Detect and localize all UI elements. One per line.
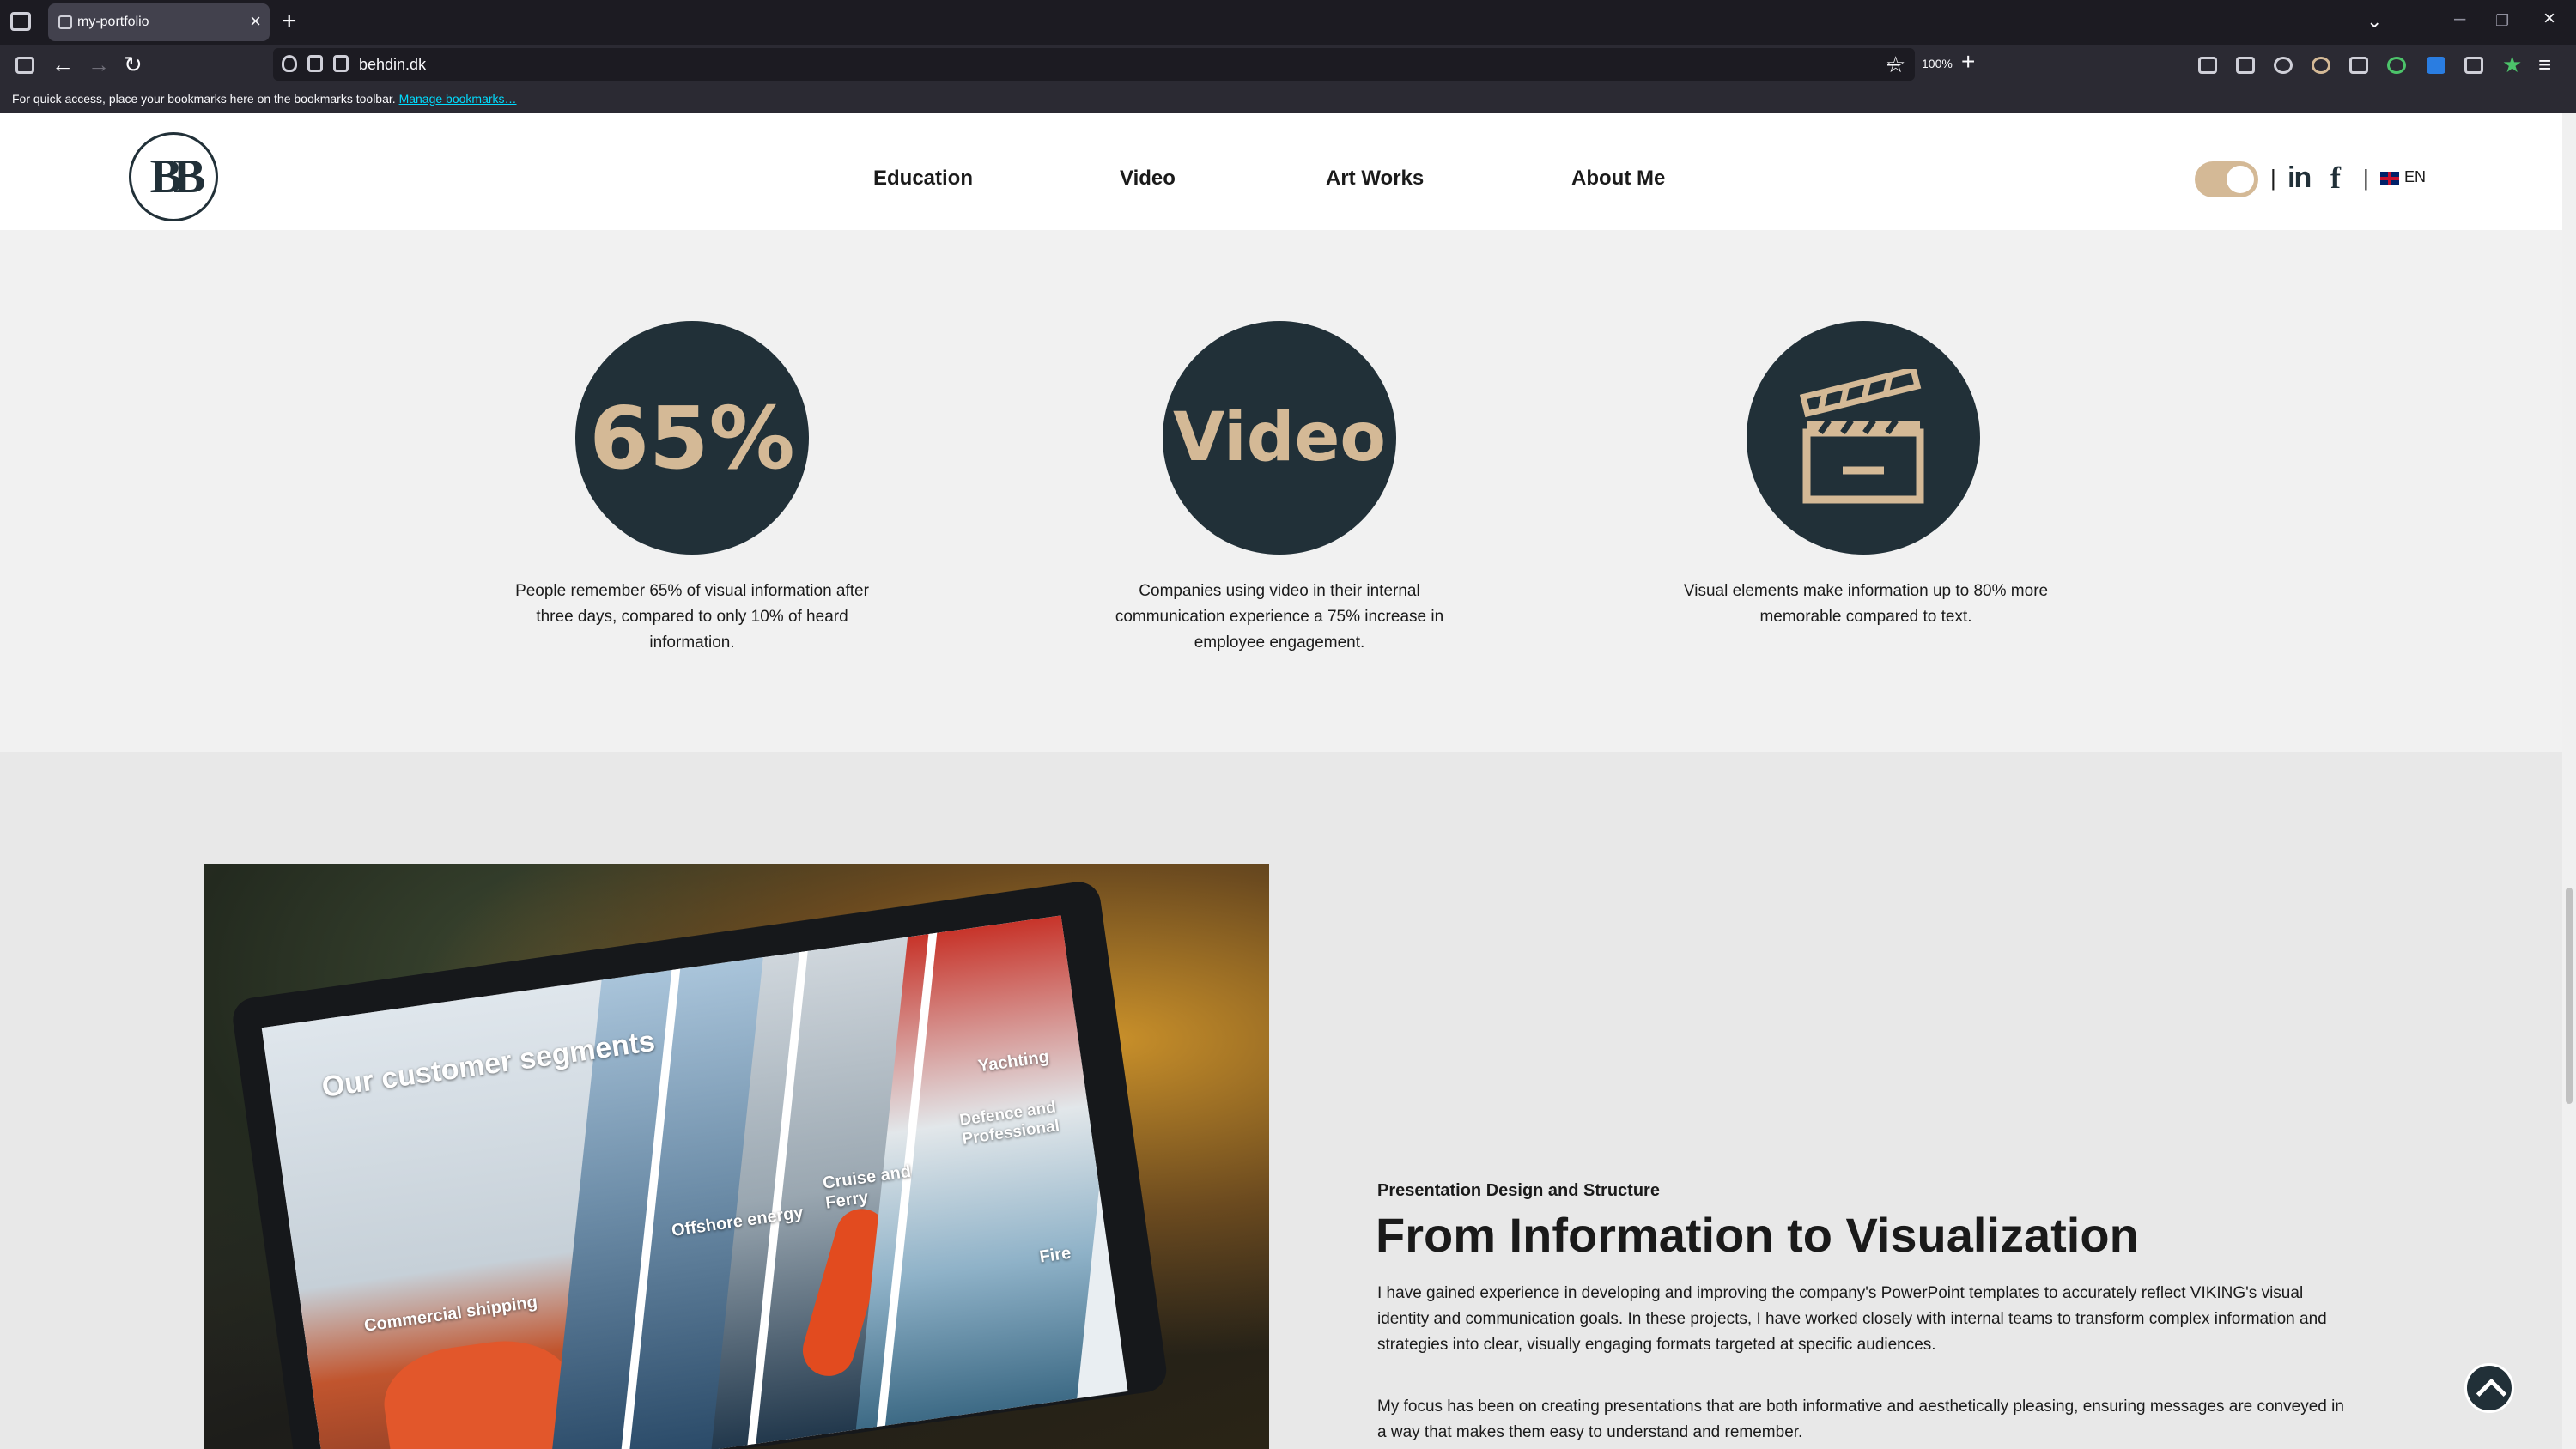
- browser-tab-bar: my-portfolio × + ⌄ – ❐ ×: [0, 0, 2576, 45]
- stat-circle-video: Video: [1163, 321, 1396, 555]
- linkedin-icon[interactable]: in: [2287, 161, 2312, 195]
- nav-education[interactable]: Education: [873, 167, 973, 191]
- stat-badge: Video: [1172, 399, 1387, 476]
- nav-video[interactable]: Video: [1120, 167, 1176, 191]
- section-headline: From Information to Visualization: [1376, 1208, 2139, 1262]
- close-tab-icon[interactable]: ×: [250, 10, 261, 33]
- site-logo[interactable]: BB: [129, 132, 218, 221]
- list-all-tabs-icon[interactable]: ⌄: [2366, 10, 2382, 33]
- site-header: BB Education Video Art Works About Me | …: [0, 113, 2562, 230]
- restore-window-icon[interactable]: ❐: [2495, 12, 2509, 30]
- stats-section: 65% People remember 65% of visual inform…: [0, 230, 2562, 752]
- stat-circle-65: 65%: [575, 321, 809, 555]
- star-extension-icon[interactable]: ★: [2502, 50, 2522, 79]
- url-text[interactable]: behdin.dk: [359, 56, 426, 74]
- browser-toolbar: ← → ↻ behdin.dk – 100% + ☆ ★ ≡: [0, 45, 2576, 84]
- section-eyebrow: Presentation Design and Structure: [1377, 1181, 1660, 1200]
- bookmarks-toolbar: For quick access, place your bookmarks h…: [0, 84, 2576, 113]
- laptop: Our customer segments Commercial shippin…: [230, 879, 1170, 1449]
- stat-badge: 65%: [589, 387, 795, 488]
- nav-about-me[interactable]: About Me: [1571, 167, 1665, 191]
- tab-overview-icon[interactable]: [10, 12, 31, 31]
- address-bar[interactable]: behdin.dk – 100% +: [273, 48, 1975, 81]
- menu-icon[interactable]: ≡: [2538, 50, 2551, 79]
- separator: |: [2270, 165, 2276, 191]
- toggle-knob: [2227, 166, 2254, 193]
- library-icon[interactable]: [2236, 57, 2255, 74]
- bookmarks-hint-text: For quick access, place your bookmarks h…: [12, 92, 396, 106]
- downloads-icon[interactable]: [2198, 57, 2217, 74]
- sync-extension-icon[interactable]: [2387, 57, 2406, 74]
- bookmark-star-icon[interactable]: ☆: [1886, 50, 1905, 79]
- back-icon[interactable]: ←: [52, 50, 74, 79]
- stat-text: People remember 65% of visual informatio…: [515, 582, 869, 652]
- manage-bookmarks-link[interactable]: Manage bookmarks…: [399, 92, 517, 106]
- zoom-level[interactable]: 100%: [1922, 57, 1953, 70]
- privacy-extension-icon[interactable]: [2349, 57, 2368, 74]
- scroll-to-top-button[interactable]: [2464, 1363, 2514, 1413]
- extension-icon[interactable]: [2312, 57, 2330, 74]
- account-icon[interactable]: [2274, 57, 2293, 74]
- laptop-screen: Our customer segments Commercial shippin…: [261, 915, 1128, 1449]
- reload-icon[interactable]: ↻: [124, 50, 143, 79]
- bookmarks-hint: For quick access, place your bookmarks h…: [12, 92, 517, 106]
- feature-section: Our customer segments Commercial shippin…: [0, 752, 2562, 1449]
- zoom-in-icon[interactable]: +: [1961, 48, 1975, 76]
- permissions-icon[interactable]: [333, 55, 349, 72]
- facebook-icon[interactable]: f: [2330, 160, 2341, 196]
- extensions-icon[interactable]: [2464, 57, 2483, 74]
- section-paragraph: My focus has been on creating presentati…: [1377, 1397, 2344, 1441]
- download-extension-icon[interactable]: [2427, 57, 2445, 74]
- separator: |: [2363, 165, 2369, 191]
- sidebar-toggle-icon[interactable]: [15, 57, 34, 74]
- stat-circle-clapperboard: [1747, 321, 1980, 555]
- section-paragraph: I have gained experience in developing a…: [1377, 1284, 2327, 1354]
- language-label: EN: [2404, 168, 2427, 185]
- nav-art-works[interactable]: Art Works: [1326, 167, 1424, 191]
- shield-icon[interactable]: [282, 55, 297, 72]
- close-window-icon[interactable]: ×: [2543, 7, 2555, 31]
- minimize-window-icon[interactable]: –: [2454, 7, 2465, 31]
- logo-monogram-icon: BB: [149, 150, 206, 203]
- clapperboard-icon: [1799, 369, 1924, 504]
- stat-text: Visual elements make information up to 8…: [1683, 582, 2049, 626]
- new-tab-button[interactable]: +: [282, 7, 297, 36]
- tab-title: my-portfolio: [77, 15, 149, 29]
- stat-text: Companies using video in their internal …: [1115, 582, 1444, 652]
- theme-toggle[interactable]: [2195, 161, 2258, 197]
- favicon-icon: [58, 15, 72, 29]
- language-selector[interactable]: EN: [2380, 168, 2426, 186]
- forward-icon[interactable]: →: [88, 50, 110, 79]
- browser-tab[interactable]: my-portfolio ×: [48, 3, 270, 41]
- laptop-presentation-image: Our customer segments Commercial shippin…: [204, 864, 1269, 1449]
- page-scrollbar[interactable]: [2562, 113, 2576, 1449]
- scrollbar-thumb[interactable]: [2566, 888, 2573, 1104]
- lock-icon[interactable]: [307, 55, 323, 72]
